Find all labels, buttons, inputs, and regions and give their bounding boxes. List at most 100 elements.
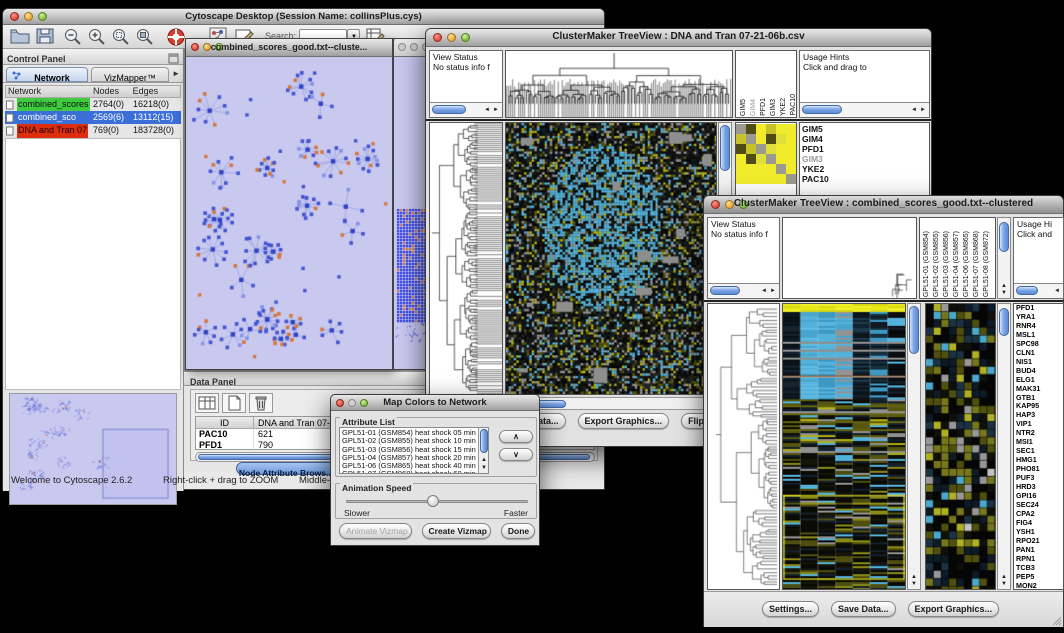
matrix-cell[interactable]	[756, 134, 766, 144]
column-label[interactable]: GPL51-07 (GSM868)	[972, 231, 981, 297]
column-label[interactable]: PFD1	[759, 98, 768, 116]
gene-label[interactable]: GIM5	[802, 124, 929, 134]
column-label[interactable]: YKE2	[779, 98, 788, 116]
tab-overflow-icon[interactable]: ►	[172, 69, 180, 78]
delete-attribute-button[interactable]	[249, 393, 273, 413]
column-label[interactable]: GPL51-03 (GSM856)	[942, 231, 951, 297]
matrix-cell[interactable]	[736, 144, 746, 154]
tv2-collabel-vscrollbar[interactable]: ▲ ▼	[997, 217, 1011, 299]
treeview-button[interactable]: Save Data...	[831, 601, 896, 617]
tv2-heatmap-vscrollbar[interactable]: ▲ ▼	[907, 303, 921, 590]
treeview-button[interactable]: Export Graphics...	[578, 413, 670, 429]
matrix-cell[interactable]	[746, 174, 756, 184]
matrix-cell[interactable]	[776, 164, 786, 174]
column-label[interactable]: GPL51-01 (GSM854)	[922, 231, 931, 297]
matrix-cell[interactable]	[786, 124, 796, 134]
matrix-cell[interactable]	[736, 134, 746, 144]
main-titlebar[interactable]: Cytoscape Desktop (Session Name: collins…	[3, 9, 604, 25]
tv2-status-hscrollbar[interactable]: ◄ ►	[708, 283, 779, 298]
matrix-cell[interactable]	[766, 144, 776, 154]
scroll-left-icon[interactable]: ◄	[911, 105, 917, 115]
tv1-status-hscrollbar[interactable]: ◄ ►	[430, 102, 502, 117]
zoom-fit-icon[interactable]	[135, 27, 159, 47]
zoom-selected-icon[interactable]	[111, 27, 135, 47]
matrix-cell[interactable]	[776, 154, 786, 164]
tv2-zoom-vscrollbar[interactable]: ▲ ▼	[997, 303, 1011, 590]
dialog-button[interactable]: Create Vizmap	[422, 523, 491, 539]
matrix-cell[interactable]	[746, 164, 756, 174]
move-down-button[interactable]: ∨	[499, 448, 533, 461]
open-file-button[interactable]	[9, 27, 33, 47]
matrix-cell[interactable]	[736, 124, 746, 134]
select-attributes-button[interactable]	[195, 393, 219, 413]
matrix-cell[interactable]	[746, 124, 756, 134]
tv1-column-dendrogram[interactable]	[505, 50, 733, 118]
dialog-titlebar[interactable]: Map Colors to Network	[331, 395, 539, 411]
tv2-zoom-heatmap[interactable]	[925, 303, 996, 590]
network-row[interactable]: DNA and Tran 07 769(0) 183728(0)	[5, 124, 181, 137]
network-canvas[interactable]	[186, 57, 392, 369]
matrix-cell[interactable]	[756, 124, 766, 134]
matrix-cell[interactable]	[786, 134, 796, 144]
scroll-right-icon[interactable]: ►	[920, 105, 926, 115]
matrix-cell[interactable]	[766, 164, 776, 174]
scroll-up-icon[interactable]: ▲	[911, 574, 917, 580]
scroll-down-icon[interactable]: ▼	[1001, 290, 1007, 296]
tv1-row-dendrogram[interactable]	[429, 122, 503, 395]
tab-network[interactable]: Network	[6, 67, 88, 82]
network-table-header[interactable]: Network Nodes Edges	[5, 85, 181, 98]
scroll-left-icon[interactable]: ◄	[761, 286, 767, 296]
move-up-button[interactable]: ∧	[499, 430, 533, 443]
matrix-cell[interactable]	[756, 164, 766, 174]
gene-label[interactable]: PAC10	[802, 174, 929, 184]
matrix-cell[interactable]	[746, 134, 756, 144]
matrix-cell[interactable]	[776, 144, 786, 154]
scroll-down-icon[interactable]: ▼	[481, 463, 487, 473]
dialog-button[interactable]: Done	[501, 523, 535, 539]
resize-grip[interactable]	[1050, 614, 1062, 626]
tv2-row-dendrogram[interactable]	[707, 303, 780, 590]
matrix-cell[interactable]	[766, 174, 776, 184]
node-attribute-browser-tab[interactable]: Node Attribute Brows...	[236, 462, 336, 475]
scroll-up-icon[interactable]: ▲	[1001, 574, 1007, 580]
matrix-cell[interactable]	[786, 154, 796, 164]
tab-vizmapper[interactable]: VizMapper™	[91, 67, 169, 82]
matrix-cell[interactable]	[736, 174, 746, 184]
scroll-left-icon[interactable]: ◄	[1054, 286, 1060, 296]
network-row[interactable]: combined_sco 2569(6) 13112(15)	[5, 111, 181, 124]
treeview2-titlebar[interactable]: ClusterMaker TreeView : combined_scores_…	[704, 196, 1063, 214]
scroll-right-icon[interactable]: ►	[493, 105, 499, 115]
scroll-right-icon[interactable]: ►	[770, 286, 776, 296]
save-button[interactable]	[35, 27, 59, 47]
matrix-cell[interactable]	[776, 174, 786, 184]
column-label[interactable]: GPL51-08 (GSM872)	[982, 231, 991, 297]
scroll-up-icon[interactable]: ▲	[1001, 283, 1007, 289]
column-label[interactable]: GIM5	[739, 99, 748, 116]
treeview-button[interactable]: Settings...	[762, 601, 819, 617]
column-label[interactable]: GIM3	[769, 99, 778, 116]
tv2-column-dendrogram[interactable]	[782, 217, 917, 299]
attribute-listbox[interactable]: GPL51-01 (GSM854) heat shock 05 minGPL51…	[339, 427, 489, 474]
matrix-cell[interactable]	[756, 174, 766, 184]
zoom-out-icon[interactable]	[63, 27, 87, 47]
matrix-cell[interactable]	[766, 134, 776, 144]
gene-label[interactable]: GIM4	[802, 134, 929, 144]
close-button[interactable]	[398, 43, 406, 51]
new-attribute-button[interactable]	[222, 393, 246, 413]
matrix-cell[interactable]	[766, 154, 776, 164]
column-label[interactable]: GPL51-04 (GSM857)	[952, 231, 961, 297]
tv1-correlation-matrix[interactable]	[736, 124, 796, 184]
column-label[interactable]: GPL51-02 (GSM855)	[932, 231, 941, 297]
treeview1-titlebar[interactable]: ClusterMaker TreeView : DNA and Tran 07-…	[426, 29, 931, 47]
speed-slider-thumb[interactable]	[427, 495, 439, 507]
matrix-cell[interactable]	[736, 154, 746, 164]
matrix-cell[interactable]	[776, 124, 786, 134]
scroll-left-icon[interactable]: ◄	[484, 105, 490, 115]
minimize-button[interactable]	[410, 43, 418, 51]
tv1-usage-hscrollbar[interactable]: ◄ ►	[800, 102, 929, 117]
network-row[interactable]: combined_scores 2764(0) 16218(0)	[5, 98, 181, 111]
scroll-down-icon[interactable]: ▼	[1001, 581, 1007, 587]
zoom-in-icon[interactable]	[87, 27, 111, 47]
matrix-cell[interactable]	[746, 144, 756, 154]
matrix-cell[interactable]	[766, 124, 776, 134]
